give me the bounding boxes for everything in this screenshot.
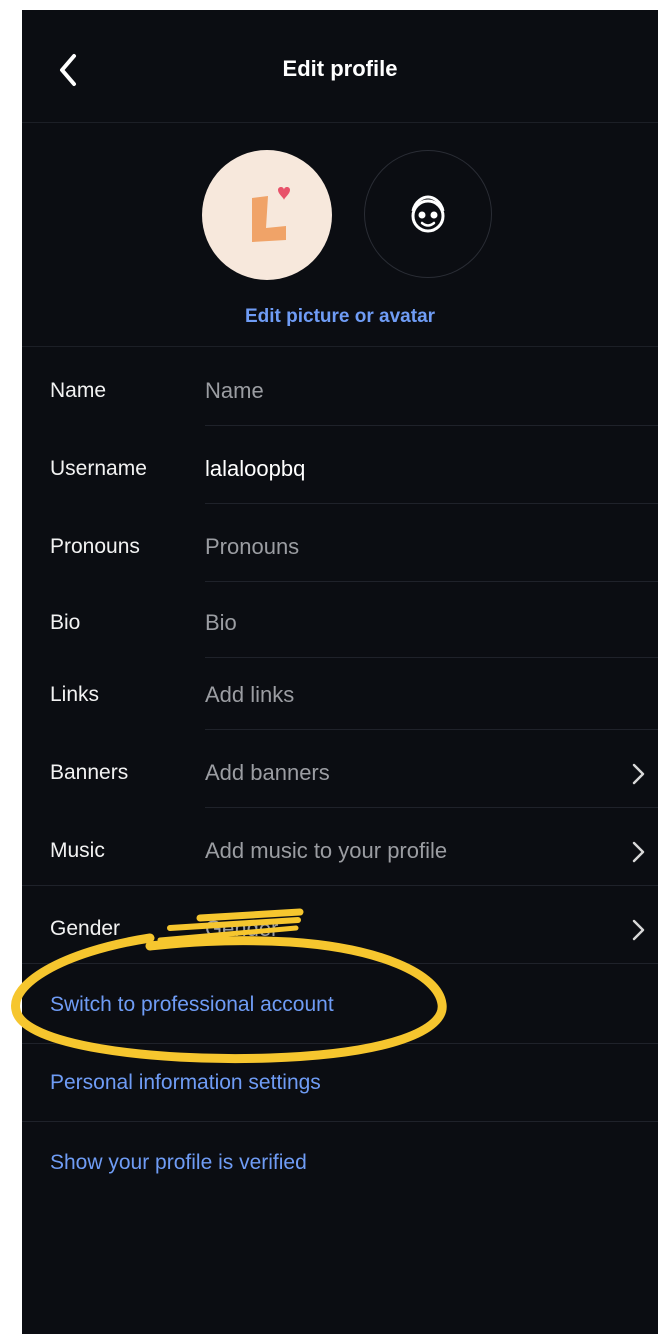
- link-text: Switch to professional account: [50, 993, 334, 1016]
- profile-logo-icon: [252, 187, 290, 242]
- divider: [22, 963, 658, 964]
- field-label: Banners: [50, 761, 129, 784]
- edit-profile-screen: Edit profile Edit picture or avatar Name…: [22, 10, 658, 1334]
- field-label: Name: [50, 379, 107, 402]
- divider: [205, 503, 658, 504]
- field-label: Pronouns: [50, 535, 140, 558]
- field-row-music[interactable]: Music Add music to your profile: [22, 816, 658, 886]
- link-text: Show your profile is verified: [50, 1151, 307, 1174]
- divider: [205, 657, 658, 658]
- bio-input[interactable]: Bio: [205, 588, 237, 658]
- edit-picture-link[interactable]: Edit picture or avatar: [22, 306, 658, 328]
- field-label: Links: [50, 683, 100, 706]
- chevron-right-icon: [632, 763, 645, 785]
- divider: [22, 346, 658, 347]
- divider: [205, 729, 658, 730]
- divider: [205, 425, 658, 426]
- top-bar: Edit profile: [22, 10, 658, 123]
- field-row-gender[interactable]: Gender Gender: [22, 894, 658, 964]
- personal-info-link[interactable]: Personal information settings: [22, 1044, 658, 1122]
- profile-photo[interactable]: [202, 150, 332, 280]
- page-title: Edit profile: [282, 56, 398, 81]
- field-row-bio[interactable]: Bio Bio: [22, 588, 658, 658]
- field-label: Bio: [50, 611, 81, 634]
- field-row-username[interactable]: Username lalaloopbq: [22, 434, 658, 504]
- name-input[interactable]: Name: [205, 356, 264, 426]
- field-row-banners[interactable]: Banners Add banners: [22, 738, 658, 808]
- field-label: Gender: [50, 917, 121, 940]
- switch-professional-link[interactable]: Switch to professional account: [22, 966, 658, 1044]
- chevron-right-icon: [632, 919, 645, 941]
- chevron-right-icon: [632, 841, 645, 863]
- verified-profile-link[interactable]: Show your profile is verified: [22, 1124, 658, 1202]
- divider: [205, 807, 658, 808]
- banners-value: Add banners: [205, 760, 330, 785]
- link-text: Personal information settings: [50, 1071, 321, 1094]
- music-value: Add music to your profile: [205, 838, 448, 863]
- divider: [22, 1121, 658, 1122]
- divider: [205, 581, 658, 582]
- field-label: Username: [50, 457, 147, 480]
- divider: [22, 885, 658, 886]
- field-label: Music: [50, 839, 105, 862]
- links-input[interactable]: Add links: [205, 660, 294, 730]
- pronouns-input[interactable]: Pronouns: [205, 512, 299, 582]
- username-input[interactable]: lalaloopbq: [205, 434, 305, 504]
- field-row-links[interactable]: Links Add links: [22, 660, 658, 730]
- gender-value: Gender: [205, 916, 279, 941]
- field-row-name[interactable]: Name Name: [22, 356, 658, 426]
- avatar-face-icon: [411, 195, 445, 233]
- avatar-button[interactable]: [364, 150, 492, 278]
- field-row-pronouns[interactable]: Pronouns Pronouns: [22, 512, 658, 582]
